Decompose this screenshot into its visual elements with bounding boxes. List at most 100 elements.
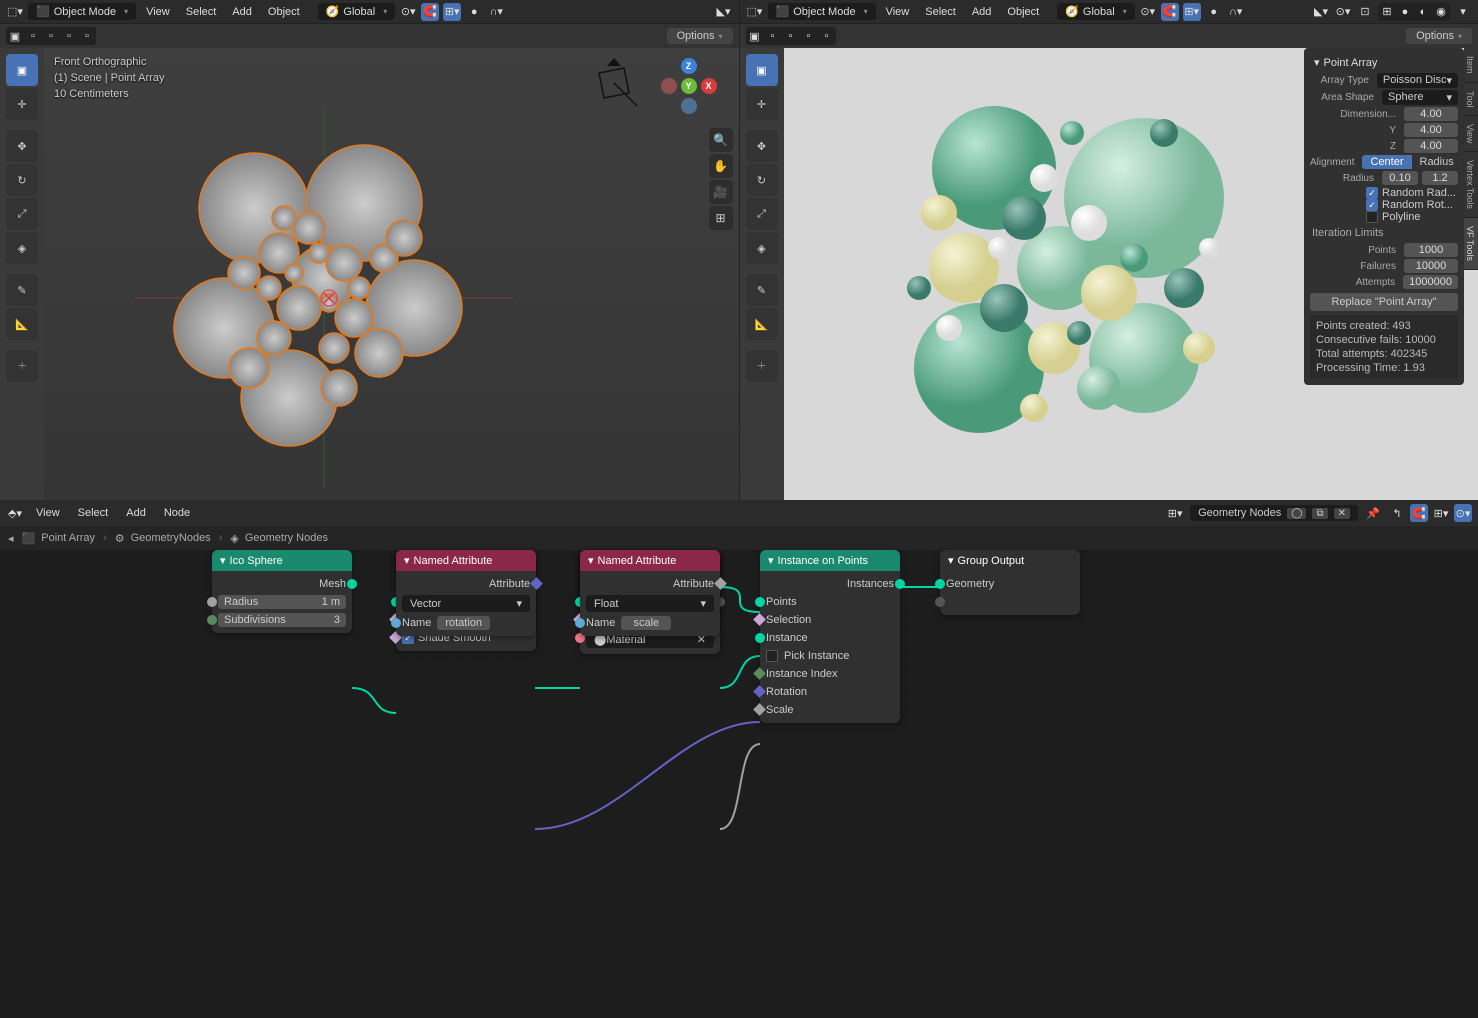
options-dropdown[interactable]: Options bbox=[1406, 28, 1472, 44]
select-mode-intersect-icon[interactable]: ▫ bbox=[78, 27, 96, 45]
viewport-canvas[interactable]: Front Orthographic (1) Scene | Point Arr… bbox=[44, 48, 739, 500]
select-mode-box-icon[interactable]: ▣ bbox=[746, 27, 764, 45]
align-radius-button[interactable]: Radius bbox=[1412, 155, 1462, 169]
attr-type-dropdown[interactable]: Float▾ bbox=[586, 595, 714, 612]
tool-scale[interactable]: ⤢ bbox=[6, 198, 38, 230]
tool-measure[interactable]: 📐 bbox=[6, 308, 38, 340]
align-center-button[interactable]: Center bbox=[1362, 155, 1411, 169]
menu-view[interactable]: View bbox=[880, 4, 916, 20]
chevron-left-icon[interactable]: ◂ bbox=[8, 532, 14, 545]
proportional-icon[interactable]: ● bbox=[1205, 3, 1223, 21]
menu-add[interactable]: Add bbox=[120, 505, 152, 521]
breadcrumb-object[interactable]: ⬛ Point Array bbox=[22, 532, 96, 545]
tool-scale[interactable]: ⤢ bbox=[746, 198, 778, 230]
attr-name-field[interactable]: scale bbox=[621, 616, 671, 630]
attr-name-field[interactable]: rotation bbox=[437, 616, 490, 630]
select-mode-subtract-icon[interactable]: ▫ bbox=[782, 27, 800, 45]
points-field[interactable]: 1000 bbox=[1404, 243, 1458, 257]
tab-vertex-tools[interactable]: Vertex Tools bbox=[1464, 152, 1478, 218]
node-instance-on-points[interactable]: ▾ Instance on Points Instances Points Se… bbox=[760, 550, 900, 723]
menu-object[interactable]: Object bbox=[1001, 4, 1045, 20]
dim-z-field[interactable]: 4.00 bbox=[1404, 139, 1458, 153]
select-mode-subtract-icon[interactable]: ▫ bbox=[42, 27, 60, 45]
tool-move[interactable]: ✥ bbox=[6, 130, 38, 162]
tool-move[interactable]: ✥ bbox=[746, 130, 778, 162]
editor-type-icon[interactable]: ⬚▾ bbox=[6, 3, 24, 21]
editor-type-icon[interactable]: ⬘▾ bbox=[6, 504, 24, 522]
shading-wire-icon[interactable]: ⊞ bbox=[1378, 3, 1396, 21]
tool-cursor[interactable]: ✛ bbox=[746, 88, 778, 120]
tool-add-primitive[interactable]: 🞡 bbox=[6, 350, 38, 382]
failures-field[interactable]: 10000 bbox=[1404, 259, 1458, 273]
mode-dropdown[interactable]: ⬛ Object Mode bbox=[28, 3, 136, 20]
tab-item[interactable]: Item bbox=[1464, 48, 1478, 83]
select-mode-intersect-icon[interactable]: ▫ bbox=[818, 27, 836, 45]
node-ico-sphere[interactable]: ▾ Ico Sphere Mesh Radius1 m Subdivisions… bbox=[212, 550, 352, 633]
area-shape-dropdown[interactable]: Sphere▾ bbox=[1382, 90, 1458, 105]
pivot-icon[interactable]: ⊙▾ bbox=[1139, 3, 1157, 21]
perspective-toggle-icon[interactable]: ⊞ bbox=[709, 206, 733, 230]
shading-render-icon[interactable]: ◉ bbox=[1432, 3, 1450, 21]
tab-vf-tools[interactable]: VF Tools bbox=[1464, 218, 1478, 270]
menu-add[interactable]: Add bbox=[226, 4, 258, 20]
menu-select[interactable]: Select bbox=[180, 4, 223, 20]
tab-tool[interactable]: Tool bbox=[1464, 83, 1478, 117]
tool-rotate[interactable]: ↻ bbox=[746, 164, 778, 196]
node-group-output[interactable]: ▾ Group Output Geometry bbox=[940, 550, 1080, 615]
snap-type-icon[interactable]: ⊞▾ bbox=[1183, 3, 1201, 21]
orientation-dropdown[interactable]: 🧭 Global bbox=[318, 3, 396, 20]
menu-node[interactable]: Node bbox=[158, 505, 196, 521]
shading-matprev-icon[interactable]: ◐ bbox=[1414, 3, 1432, 21]
radius-field[interactable]: Radius1 m bbox=[218, 595, 346, 609]
proportional-icon[interactable]: ● bbox=[465, 3, 483, 21]
menu-view[interactable]: View bbox=[140, 4, 176, 20]
gizmo-icon[interactable]: ◣▾ bbox=[715, 3, 733, 21]
tool-transform[interactable]: ◈ bbox=[6, 232, 38, 264]
overlay-icon[interactable]: ⊙▾ bbox=[1334, 3, 1352, 21]
breadcrumb-nodegroup[interactable]: ◈ Geometry Nodes bbox=[230, 532, 328, 545]
select-mode-extend-icon[interactable]: ▫ bbox=[24, 27, 42, 45]
array-type-dropdown[interactable]: Poisson Disc▾ bbox=[1377, 73, 1458, 88]
select-mode-invert-icon[interactable]: ▫ bbox=[60, 27, 78, 45]
proportional-type-icon[interactable]: ∩▾ bbox=[1227, 3, 1245, 21]
tab-view[interactable]: View bbox=[1464, 116, 1478, 152]
menu-view[interactable]: View bbox=[30, 505, 66, 521]
random-rotation-checkbox[interactable] bbox=[1366, 199, 1378, 211]
zoom-icon[interactable]: 🔍 bbox=[709, 128, 733, 152]
xray-icon[interactable]: ⊡ bbox=[1356, 3, 1374, 21]
options-dropdown[interactable]: Options bbox=[667, 28, 733, 44]
random-radius-checkbox[interactable] bbox=[1366, 187, 1378, 199]
select-mode-invert-icon[interactable]: ▫ bbox=[800, 27, 818, 45]
menu-add[interactable]: Add bbox=[966, 4, 998, 20]
tool-transform[interactable]: ◈ bbox=[746, 232, 778, 264]
nodes-canvas[interactable]: ▾ Group Input Geometry ▾ Instance on Poi… bbox=[0, 550, 1478, 1018]
shield-icon[interactable]: ◯ bbox=[1287, 508, 1306, 519]
pan-icon[interactable]: ✋ bbox=[709, 154, 733, 178]
nav-gizmo[interactable]: X Y Z bbox=[661, 58, 717, 114]
tool-rotate[interactable]: ↻ bbox=[6, 164, 38, 196]
attr-type-dropdown[interactable]: Vector▾ bbox=[402, 595, 530, 612]
snap-toggle-icon[interactable]: 🧲 bbox=[421, 3, 439, 21]
tool-measure[interactable]: 📐 bbox=[746, 308, 778, 340]
dim-x-field[interactable]: 4.00 bbox=[1404, 107, 1458, 121]
snap-type-icon[interactable]: ⊞▾ bbox=[443, 3, 461, 21]
select-mode-extend-icon[interactable]: ▫ bbox=[764, 27, 782, 45]
nodegroup-name-field[interactable]: Geometry Nodes ◯ ⧉ ✕ bbox=[1190, 505, 1358, 521]
snap-toggle-icon[interactable]: 🧲 bbox=[1410, 504, 1428, 522]
tool-annotate[interactable]: ✎ bbox=[746, 274, 778, 306]
snap-type-icon[interactable]: ⊞▾ bbox=[1432, 504, 1450, 522]
proportional-type-icon[interactable]: ∩▾ bbox=[487, 3, 505, 21]
camera-view-icon[interactable]: 🎥 bbox=[709, 180, 733, 204]
tool-annotate[interactable]: ✎ bbox=[6, 274, 38, 306]
overlay-icon[interactable]: ⊙▾ bbox=[1454, 504, 1472, 522]
snap-toggle-icon[interactable]: 🧲 bbox=[1161, 3, 1179, 21]
breadcrumb-modifier[interactable]: ⚙ GeometryNodes bbox=[115, 532, 211, 545]
editor-type-icon[interactable]: ⬚▾ bbox=[746, 3, 764, 21]
browse-nodegroup-icon[interactable]: ⊞▾ bbox=[1166, 504, 1184, 522]
menu-select[interactable]: Select bbox=[72, 505, 115, 521]
duplicate-icon[interactable]: ⧉ bbox=[1312, 508, 1327, 519]
pin-icon[interactable]: 📌 bbox=[1364, 504, 1382, 522]
mode-dropdown[interactable]: ⬛ Object Mode bbox=[768, 3, 876, 20]
node-named-attribute-scale[interactable]: ▾ Named Attribute Attribute Float▾ Names… bbox=[580, 550, 720, 636]
menu-select[interactable]: Select bbox=[919, 4, 962, 20]
